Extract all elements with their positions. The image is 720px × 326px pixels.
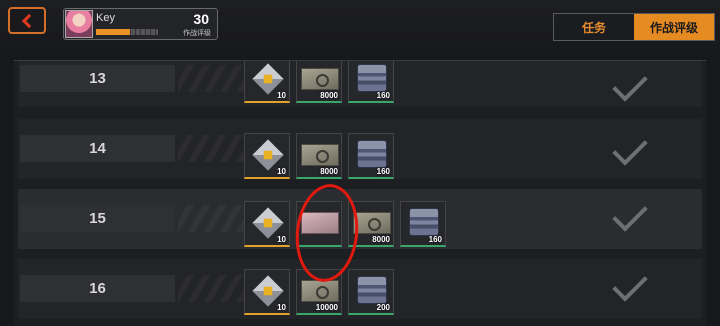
list-item: 13 10 8000 160	[18, 61, 702, 107]
reward-item[interactable]: 10	[244, 201, 290, 247]
player-card[interactable]: Key 30 作战评级	[63, 8, 218, 40]
tab-missions[interactable]: 任务	[554, 14, 634, 40]
reward-qty: 10	[277, 167, 286, 176]
level-badge: 16	[20, 275, 175, 302]
row-decoration	[178, 65, 248, 92]
list-item: 15 10 8000 160	[18, 189, 702, 249]
player-level: 30	[193, 11, 209, 27]
reward-item[interactable]: 8000	[296, 61, 342, 103]
reward-qty: 8000	[372, 235, 390, 244]
reward-qty: 200	[376, 303, 390, 312]
chevron-left-icon	[21, 13, 37, 28]
row-decoration	[178, 135, 248, 162]
list-item: 16 10 10000 200	[18, 259, 702, 319]
player-name: Key	[96, 12, 115, 24]
level-number: 13	[89, 70, 106, 87]
material-cube-icon	[252, 275, 284, 307]
row-decoration	[178, 275, 248, 302]
cash-bundle-icon	[301, 144, 339, 166]
reward-item[interactable]: 160	[400, 201, 446, 247]
level-number: 16	[89, 280, 106, 297]
row-decoration	[178, 205, 248, 232]
material-cube-icon	[252, 207, 284, 239]
claimed-check-icon	[612, 266, 648, 302]
list-item: 14 10 8000 160	[18, 119, 702, 179]
claimed-check-icon	[612, 196, 648, 232]
chip-stack-icon	[357, 64, 387, 92]
reward-qty: 10	[277, 235, 286, 244]
reward-item[interactable]: 10	[244, 61, 290, 103]
claimed-check-icon	[612, 130, 648, 166]
tab-bar: 任务 作战评级	[553, 13, 715, 41]
rating-label: 作战评级	[183, 30, 211, 37]
reward-qty: 8000	[320, 91, 338, 100]
level-number: 14	[89, 140, 106, 157]
material-cube-icon	[252, 63, 284, 95]
reward-qty: 8000	[320, 167, 338, 176]
tab-combat-rating[interactable]: 作战评级	[634, 14, 714, 40]
reward-item[interactable]: 160	[348, 133, 394, 179]
reward-qty: 160	[428, 235, 442, 244]
chip-stack-icon	[357, 140, 387, 168]
chip-stack-icon	[357, 276, 387, 304]
level-number: 15	[89, 210, 106, 227]
cash-bundle-icon	[353, 212, 391, 234]
reward-item[interactable]: 200	[348, 269, 394, 315]
xp-progress-bar	[96, 29, 158, 35]
level-badge: 14	[20, 135, 175, 162]
material-cube-icon	[252, 139, 284, 171]
xp-progress-fill	[96, 29, 131, 35]
reward-qty: 160	[376, 91, 390, 100]
reward-qty: 10000	[315, 303, 338, 312]
reward-item[interactable]: 160	[348, 61, 394, 103]
cash-bundle-icon	[301, 68, 339, 90]
cash-bundle-icon	[301, 280, 339, 302]
reward-item[interactable]: 10	[244, 269, 290, 315]
reward-item[interactable]: 8000	[296, 133, 342, 179]
reward-list[interactable]: 13 10 8000 160 14 10 8000 160 15 10 8000…	[14, 60, 706, 326]
reward-item[interactable]: 10	[244, 133, 290, 179]
top-bar: Key 30 作战评级 任务 作战评级	[0, 0, 720, 48]
level-badge: 13	[20, 65, 175, 92]
level-badge: 15	[20, 205, 175, 232]
chip-stack-icon	[409, 208, 439, 236]
reward-qty: 160	[376, 167, 390, 176]
back-button[interactable]	[8, 7, 46, 34]
reward-qty: 10	[277, 91, 286, 100]
claimed-check-icon	[612, 66, 648, 102]
avatar	[65, 10, 93, 38]
reward-qty: 10	[277, 303, 286, 312]
